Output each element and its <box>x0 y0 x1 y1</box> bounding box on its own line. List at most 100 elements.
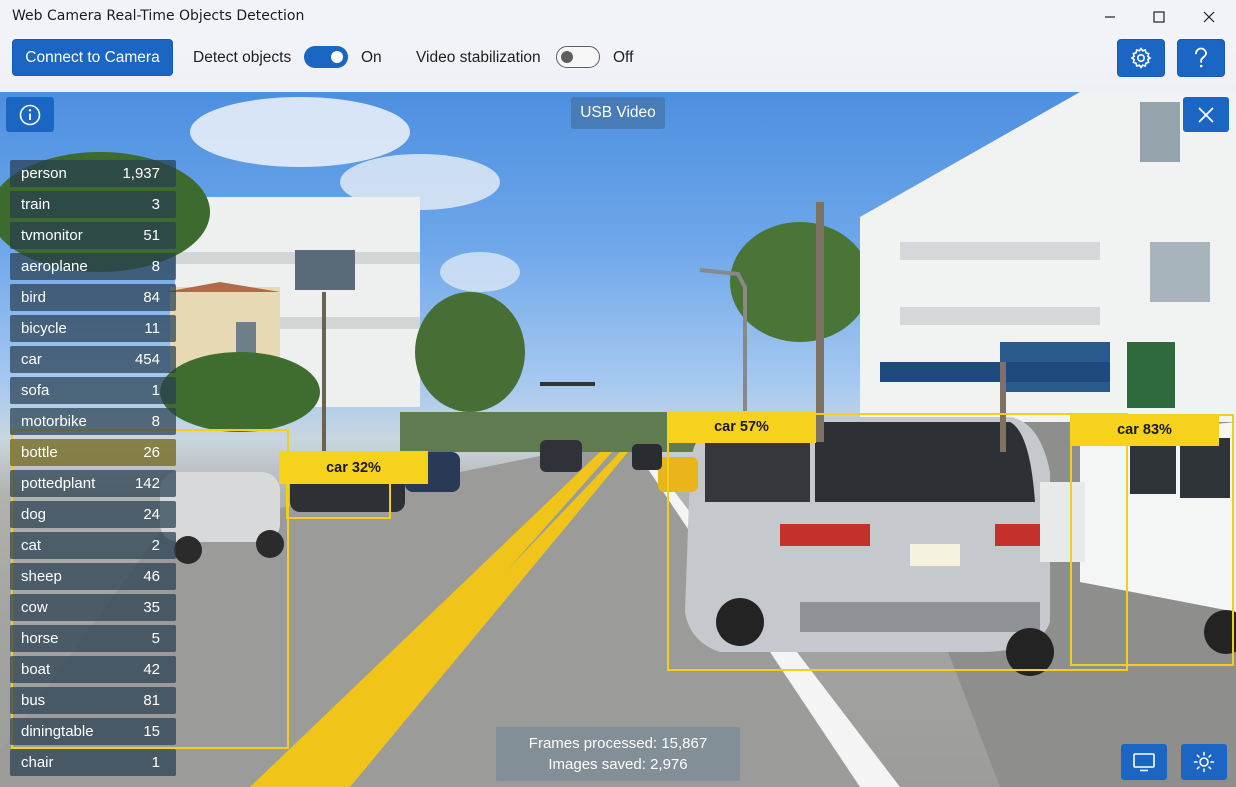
app-window: Web Camera Real-Time Objects Detection C… <box>0 0 1236 787</box>
close-camera-button[interactable] <box>1183 97 1229 132</box>
class-count: 1,937 <box>122 165 160 182</box>
detection-label: car 83% <box>1070 414 1219 446</box>
class-item-motorbike: motorbike 8 <box>10 408 176 435</box>
class-item-bird: bird 84 <box>10 284 176 311</box>
class-name: tvmonitor <box>21 227 83 244</box>
window-title: Web Camera Real-Time Objects Detection <box>12 8 305 24</box>
class-name: cow <box>21 599 48 616</box>
detect-objects-label: Detect objects <box>193 49 292 66</box>
class-item-bottle: bottle 26 <box>10 439 176 466</box>
class-item-chair: chair 1 <box>10 749 176 776</box>
toggle-knob <box>331 51 343 63</box>
info-button[interactable] <box>6 97 54 132</box>
detection-box <box>1070 414 1234 666</box>
class-count: 3 <box>151 196 160 213</box>
brightness-button[interactable] <box>1181 744 1227 780</box>
class-item-tvmonitor: tvmonitor 51 <box>10 222 176 249</box>
class-item-bus: bus 81 <box>10 687 176 714</box>
detection-box <box>667 413 1128 671</box>
class-count: 5 <box>151 630 160 647</box>
class-count: 26 <box>143 444 160 461</box>
maximize-button[interactable] <box>1134 0 1184 34</box>
stabilization-state: Off <box>613 49 634 66</box>
class-count: 15 <box>143 723 160 740</box>
detection-label: car 57% <box>667 411 816 443</box>
class-name: boat <box>21 661 51 678</box>
class-name: chair <box>21 754 54 771</box>
class-count: 42 <box>143 661 160 678</box>
class-name: bird <box>21 289 47 306</box>
class-name: dog <box>21 506 47 523</box>
detect-objects-state: On <box>361 49 382 66</box>
detection-label: car 32% <box>279 451 428 484</box>
camera-source-label: USB Video <box>571 97 665 129</box>
class-item-person: person 1,937 <box>10 160 176 187</box>
class-item-pottedplant: pottedplant 142 <box>10 470 176 497</box>
frames-processed: Frames processed: 15,867 <box>528 735 708 752</box>
class-name: motorbike <box>21 413 87 430</box>
close-icon <box>1203 11 1215 23</box>
gear-icon <box>1130 47 1152 69</box>
maximize-icon <box>1153 11 1165 23</box>
class-count: 46 <box>143 568 160 585</box>
class-name: bottle <box>21 444 58 461</box>
class-name: horse <box>21 630 59 647</box>
class-name: sofa <box>21 382 50 399</box>
class-item-sheep: sheep 46 <box>10 563 176 590</box>
class-count: 24 <box>143 506 160 523</box>
class-name: bicycle <box>21 320 67 337</box>
help-button[interactable] <box>1177 39 1225 77</box>
class-count: 81 <box>143 692 160 709</box>
class-count: 8 <box>151 413 160 430</box>
toggle-knob <box>561 50 573 63</box>
class-item-diningtable: diningtable 15 <box>10 718 176 745</box>
stabilization-toggle[interactable] <box>556 46 600 68</box>
class-item-cat: cat 2 <box>10 532 176 559</box>
detect-objects-toggle[interactable] <box>304 46 348 68</box>
close-window-button[interactable] <box>1184 0 1234 34</box>
class-item-boat: boat 42 <box>10 656 176 683</box>
minimize-icon <box>1105 16 1115 18</box>
display-button[interactable] <box>1121 744 1167 780</box>
class-item-train: train 3 <box>10 191 176 218</box>
class-count: 2 <box>151 537 160 554</box>
brightness-icon <box>1193 751 1215 773</box>
class-count: 8 <box>151 258 160 275</box>
class-name: train <box>21 196 51 213</box>
minimize-button[interactable] <box>1085 0 1135 34</box>
stabilization-label: Video stabilization <box>416 49 541 66</box>
class-item-cow: cow 35 <box>10 594 176 621</box>
class-item-car: car 454 <box>10 346 176 373</box>
class-count: 454 <box>134 351 160 368</box>
class-count: 51 <box>143 227 160 244</box>
class-count: 11 <box>144 320 160 337</box>
class-item-dog: dog 24 <box>10 501 176 528</box>
class-count: 35 <box>143 599 160 616</box>
class-count: 1 <box>151 754 160 771</box>
class-name: person <box>21 165 67 182</box>
toolbar: Connect to Camera Detect objects On Vide… <box>0 34 1236 92</box>
stats-panel: Frames processed: 15,867 Images saved: 2… <box>496 727 740 781</box>
class-name: diningtable <box>21 723 94 740</box>
class-count-list: person 1,937 train 3 tvmonitor 51 aeroplane… <box>10 160 176 780</box>
info-icon <box>19 104 41 125</box>
class-item-horse: horse 5 <box>10 625 176 652</box>
class-item-aeroplane: aeroplane 8 <box>10 253 176 280</box>
camera-view: USB Video car 32% car 57% car 83% person… <box>0 92 1236 787</box>
close-icon <box>1198 106 1214 123</box>
class-count: 1 <box>151 382 160 399</box>
class-count: 84 <box>143 289 160 306</box>
class-name: car <box>21 351 42 368</box>
title-bar: Web Camera Real-Time Objects Detection <box>0 0 1236 34</box>
connect-camera-button[interactable]: Connect to Camera <box>12 39 173 76</box>
class-name: pottedplant <box>21 475 96 492</box>
class-item-bicycle: bicycle 11 <box>10 315 176 342</box>
class-name: bus <box>21 692 46 709</box>
class-name: aeroplane <box>21 258 88 275</box>
monitor-icon <box>1133 753 1155 772</box>
class-item-sofa: sofa 1 <box>10 377 176 404</box>
class-name: sheep <box>21 568 62 585</box>
class-count: 142 <box>134 475 160 492</box>
class-name: cat <box>21 537 42 554</box>
settings-button[interactable] <box>1117 39 1165 77</box>
